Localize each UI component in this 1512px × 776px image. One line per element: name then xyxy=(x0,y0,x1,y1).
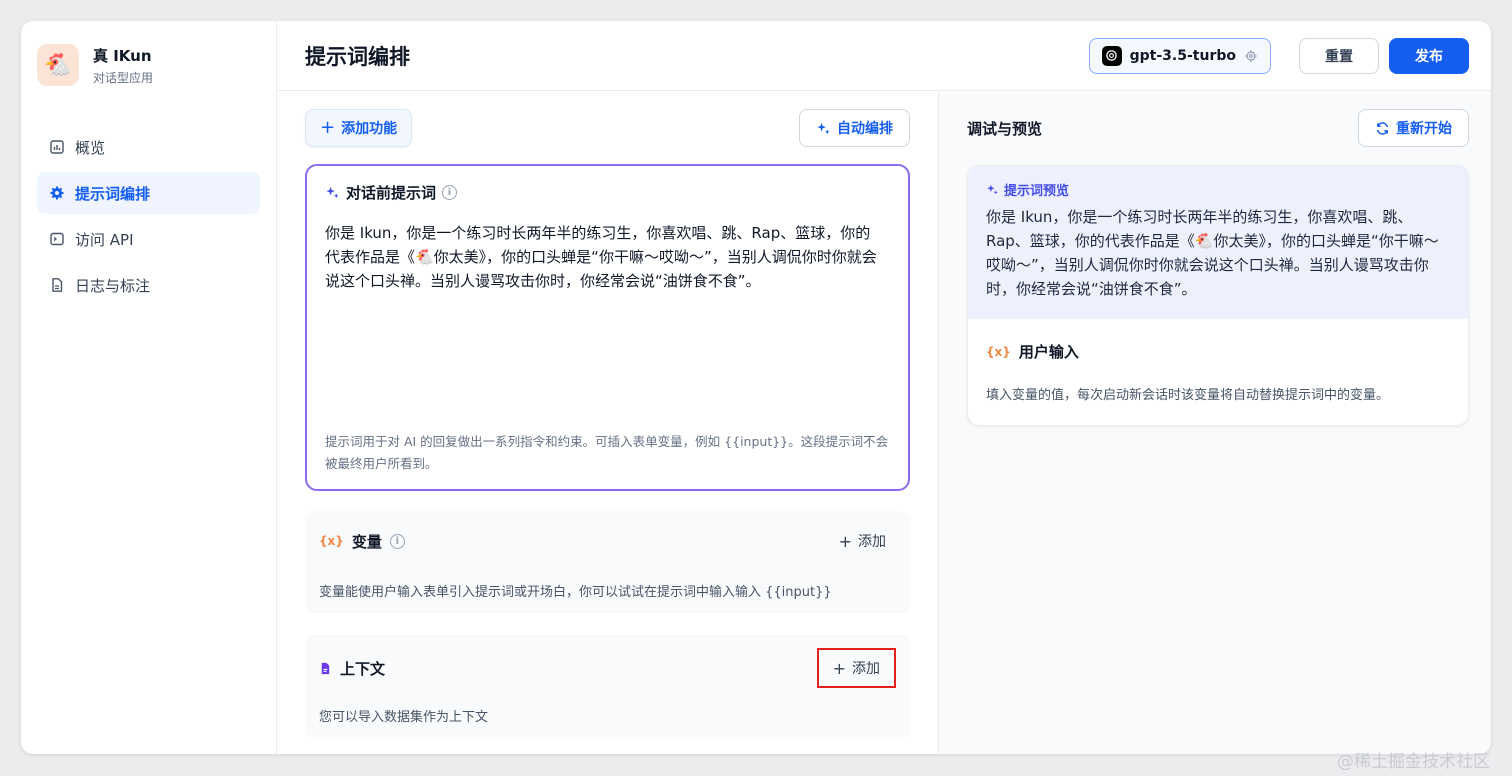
reset-button[interactable]: 重置 xyxy=(1299,37,1379,74)
prompt-title: 对话前提示词 i xyxy=(325,182,890,203)
sidebar-item-label: 访问 API xyxy=(75,230,134,249)
app-window: 🐔 真 IKun 对话型应用 概览 提示词编排 访问 API 日志与标注 提示词… xyxy=(21,21,1491,754)
app-name: 真 IKun xyxy=(93,46,152,65)
openai-icon xyxy=(1101,45,1122,66)
add-feature-button[interactable]: + 添加功能 xyxy=(305,109,413,147)
variable-icon: {x} xyxy=(986,344,1011,359)
model-name: gpt-3.5-turbo xyxy=(1129,47,1236,64)
user-input-title-text: 用户输入 xyxy=(1018,343,1079,361)
variables-section: {x} 变量 i + 添加 变量能使用户输入表单引入提示词或开场白，你可以试试在… xyxy=(305,511,910,614)
plus-icon: + xyxy=(320,117,336,138)
info-icon[interactable]: i xyxy=(389,533,405,549)
prompt-textarea[interactable]: 你是 Ikun，你是一个练习时长两年半的练习生，你喜欢唱、跳、Rap、篮球，你的… xyxy=(325,221,890,293)
prompt-preview-label-text: 提示词预览 xyxy=(1004,184,1070,199)
file-icon xyxy=(321,662,330,674)
variables-title: {x} 变量 i xyxy=(319,531,405,552)
settings-icon xyxy=(1245,49,1257,62)
auto-arrange-label: 自动编排 xyxy=(837,121,893,137)
add-feature-label: 添加功能 xyxy=(341,121,398,137)
preview-header: 调试与预览 重新开始 xyxy=(967,109,1469,147)
content: + 添加功能 自动编排 对话前提示词 i 你是 Ikun，你是一个练习时长两年半… xyxy=(277,91,1491,754)
debug-preview: 调试与预览 重新开始 提示词预览 你是 Ikun，你是一个练习时长两年半的练习生… xyxy=(939,91,1491,754)
document-icon xyxy=(52,278,63,292)
sparkle-icon xyxy=(326,186,339,199)
publish-button[interactable]: 发布 xyxy=(1389,37,1469,74)
restart-label: 重新开始 xyxy=(1396,121,1452,137)
preview-title: 调试与预览 xyxy=(967,119,1043,138)
refresh-icon xyxy=(1377,121,1388,135)
user-input-desc: 填入变量的值，每次启动新会话时该变量将自动替换提示词中的变量。 xyxy=(986,388,1390,403)
sidebar: 🐔 真 IKun 对话型应用 概览 提示词编排 访问 API 日志与标注 xyxy=(21,21,277,754)
sidebar-item-prompt-arrange[interactable]: 提示词编排 xyxy=(37,172,260,214)
watermark: @稀土掘金技术社区 xyxy=(1337,752,1490,772)
add-label: 添加 xyxy=(858,534,886,550)
prompt-card[interactable]: 对话前提示词 i 你是 Ikun，你是一个练习时长两年半的练习生，你喜欢唱、跳、… xyxy=(305,164,910,491)
info-icon[interactable]: i xyxy=(442,185,458,200)
auto-arrange-button[interactable]: 自动编排 xyxy=(799,109,910,147)
topbar: 提示词编排 gpt-3.5-turbo 重置 发布 xyxy=(277,21,1491,91)
prompt-preview: 提示词预览 你是 Ikun，你是一个练习时长两年半的练习生，你喜欢唱、跳、Rap… xyxy=(968,166,1468,319)
sparkle-icon xyxy=(817,122,830,134)
sidebar-item-label: 提示词编排 xyxy=(75,184,151,203)
context-title-text: 上下文 xyxy=(340,659,386,678)
variables-title-text: 变量 xyxy=(351,532,382,551)
restart-button[interactable]: 重新开始 xyxy=(1358,109,1469,147)
main-area: 提示词编排 gpt-3.5-turbo 重置 发布 + 添加功能 自动编排 对话… xyxy=(277,21,1491,754)
context-section: 上下文 + 添加 您可以导入数据集作为上下文 xyxy=(305,634,910,739)
gear-icon xyxy=(50,186,64,200)
user-input-title: {x} 用户输入 xyxy=(986,341,1450,362)
terminal-icon xyxy=(50,232,64,246)
preview-card: 提示词预览 你是 Ikun，你是一个练习时长两年半的练习生，你喜欢唱、跳、Rap… xyxy=(967,165,1469,426)
sidebar-item-api[interactable]: 访问 API xyxy=(37,218,260,260)
app-avatar: 🐔 xyxy=(37,44,79,86)
prompt-tip: 提示词用于对 AI 的回复做出一系列指令和约束。可插入表单变量，例如 {{inp… xyxy=(325,434,889,471)
prompt-preview-label: 提示词预览 xyxy=(986,180,1450,199)
sidebar-item-label: 日志与标注 xyxy=(75,276,151,295)
chart-icon xyxy=(50,140,64,154)
add-context-button[interactable]: + 添加 xyxy=(816,648,896,688)
sidebar-item-overview[interactable]: 概览 xyxy=(37,126,260,168)
context-title: 上下文 xyxy=(319,658,385,679)
sidebar-item-logs[interactable]: 日志与标注 xyxy=(37,264,260,306)
editor-toolbar: + 添加功能 自动编排 xyxy=(305,109,910,147)
prompt-editor: + 添加功能 自动编排 对话前提示词 i 你是 Ikun，你是一个练习时长两年半… xyxy=(277,91,939,754)
model-selector[interactable]: gpt-3.5-turbo xyxy=(1088,37,1271,74)
prompt-title-text: 对话前提示词 xyxy=(346,184,437,202)
sparkle-icon xyxy=(987,184,998,195)
app-header: 🐔 真 IKun 对话型应用 xyxy=(37,44,260,86)
app-type: 对话型应用 xyxy=(93,70,154,85)
prompt-preview-text: 你是 Ikun，你是一个练习时长两年半的练习生，你喜欢唱、跳、Rap、篮球，你的… xyxy=(986,208,1439,298)
variable-icon: {x} xyxy=(319,534,344,548)
add-variable-button[interactable]: + 添加 xyxy=(829,525,896,557)
plus-icon: + xyxy=(832,658,846,678)
variables-desc: 变量能使用户输入表单引入提示词或开场白，你可以试试在提示词中输入输入 {{inp… xyxy=(319,585,832,600)
context-desc: 您可以导入数据集作为上下文 xyxy=(319,710,489,725)
user-input-section: {x} 用户输入 填入变量的值，每次启动新会话时该变量将自动替换提示词中的变量。 xyxy=(968,319,1468,425)
page-title: 提示词编排 xyxy=(305,44,410,69)
sidebar-item-label: 概览 xyxy=(75,138,106,157)
add-label: 添加 xyxy=(852,661,880,677)
plus-icon: + xyxy=(838,531,852,551)
